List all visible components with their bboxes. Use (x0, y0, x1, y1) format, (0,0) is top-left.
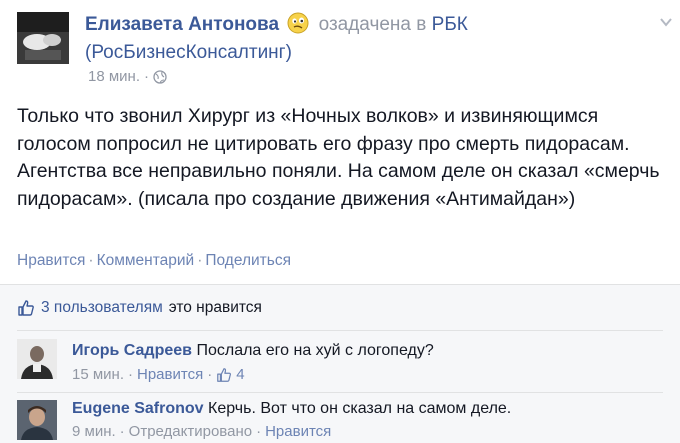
comment-time[interactable]: 15 мин. (72, 366, 124, 383)
feeling-text: озадачена в (318, 14, 427, 35)
comment-like-link[interactable]: Нравится (137, 366, 203, 383)
likes-bar: 3 пользователям это нравится (0, 284, 680, 331)
meta-separator: · (119, 423, 125, 440)
comment-time[interactable]: 9 мин. (72, 423, 116, 440)
action-separator: · (88, 252, 94, 269)
comment-author[interactable]: Eugene Safronov (72, 400, 204, 417)
share-link[interactable]: Поделиться (205, 252, 291, 269)
comment-like-link[interactable]: Нравится (265, 423, 331, 440)
page-full-link[interactable]: (РосБизнесКонсалтинг) (85, 42, 292, 64)
post-meta: 18 мин. · (88, 68, 167, 85)
divider (17, 330, 663, 331)
action-separator: · (197, 252, 203, 269)
divider (17, 392, 663, 393)
thumbs-up-icon (217, 367, 232, 382)
comment-link[interactable]: Комментарий (97, 252, 195, 269)
post-time[interactable]: 18 мин. (88, 68, 140, 85)
post-actions: Нравится · Комментарий · Поделиться (17, 252, 291, 270)
likes-rest-text: это нравится (168, 299, 262, 316)
comment-line: Eugene Safronov Керчь. Вот что он сказал… (72, 400, 511, 418)
comments-list: Игорь Садреев Послала его на хуй с логоп… (0, 330, 680, 443)
globe-icon[interactable] (153, 69, 167, 84)
comment-avatar[interactable] (17, 339, 57, 379)
comment-meta: 15 мин. · Нравится · 4 (72, 366, 245, 383)
meta-separator: · (128, 366, 133, 383)
post-text: Только что звонил Хирург из «Ночных волк… (17, 105, 660, 210)
confused-emoji-icon (287, 12, 309, 34)
comment-line: Игорь Садреев Послала его на хуй с логоп… (72, 342, 434, 360)
likes-summary: 3 пользователям это нравится (17, 299, 262, 317)
author-name[interactable]: Елизавета Антонова (85, 14, 279, 35)
comment-like-count[interactable]: 4 (236, 366, 244, 383)
page-link[interactable]: РБК (432, 14, 468, 35)
meta-separator: · (256, 423, 262, 440)
comment-text: Послала его на хуй с логопеду? (196, 342, 434, 359)
post: Елизавета Антонова озадачена в РБК (РосБ… (0, 0, 680, 284)
edited-label[interactable]: Отредактировано (129, 423, 252, 440)
author-avatar[interactable] (17, 12, 69, 64)
chevron-down-icon[interactable] (658, 14, 674, 30)
comment-author[interactable]: Игорь Садреев (72, 342, 192, 359)
meta-separator: · (207, 366, 213, 383)
like-link[interactable]: Нравится (17, 252, 85, 269)
comment-avatar[interactable] (17, 400, 57, 440)
comment-meta: 9 мин. · Отредактировано · Нравится (72, 423, 331, 440)
thumbs-up-icon (18, 300, 34, 316)
comment-text: Керчь. Вот что он сказал на самом деле. (208, 400, 512, 417)
likes-count-link[interactable]: 3 пользователям (41, 299, 163, 317)
post-header: Елизавета Антонова озадачена в РБК (85, 12, 468, 36)
meta-separator: · (144, 68, 149, 85)
